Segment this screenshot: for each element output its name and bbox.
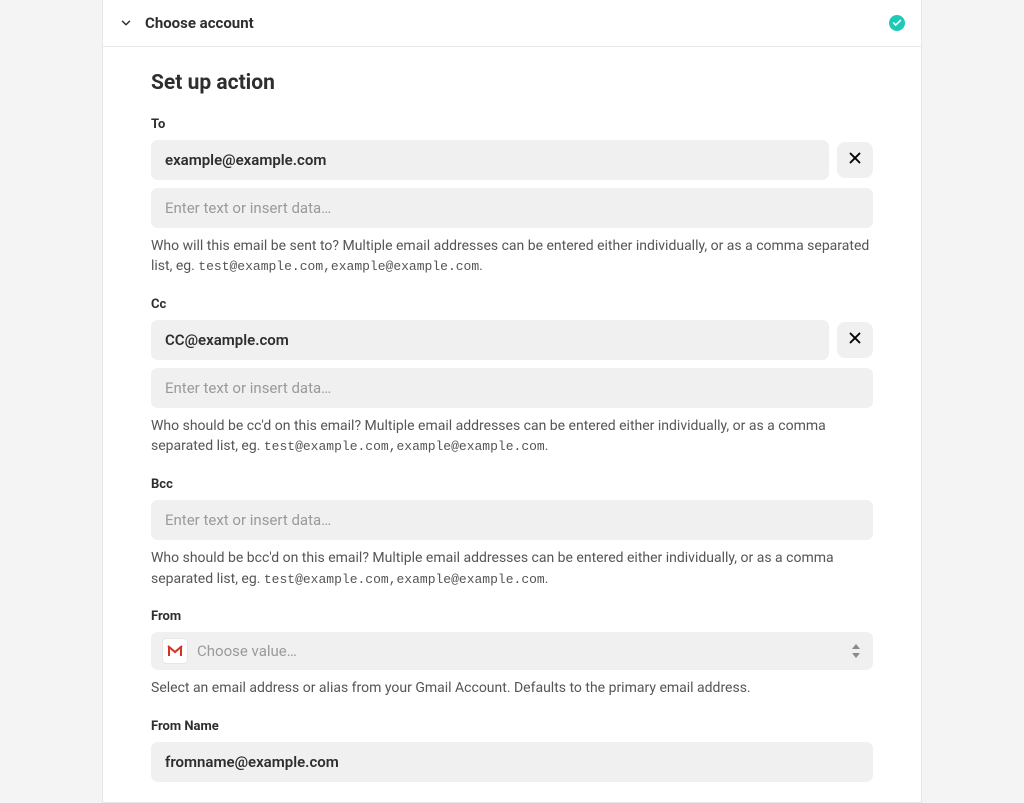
bcc-label: Bcc: [151, 477, 873, 492]
to-help-text: Who will this email be sent to? Multiple…: [151, 236, 873, 277]
check-badge-icon: [889, 15, 905, 31]
from-name-input[interactable]: [151, 742, 873, 782]
close-icon: [846, 329, 864, 351]
from-name-label: From Name: [151, 719, 873, 734]
to-chip-row: example@example.com: [151, 140, 873, 180]
cc-label: Cc: [151, 297, 873, 312]
content-area: Set up action To example@example.com Who…: [103, 47, 921, 782]
to-label: To: [151, 117, 873, 132]
header-title: Choose account: [145, 14, 889, 32]
close-icon: [846, 149, 864, 171]
from-select-placeholder: Choose value…: [197, 642, 841, 660]
to-remove-button[interactable]: [837, 142, 873, 178]
cc-help-text: Who should be cc'd on this email? Multip…: [151, 416, 873, 457]
from-field-group: From Choose value… Select an email addre…: [151, 609, 873, 698]
main-panel: Choose account Set up action To example@…: [102, 0, 922, 803]
to-field-group: To example@example.com Who will this ema…: [151, 117, 873, 277]
cc-field-group: Cc CC@example.com Who should be cc'd on …: [151, 297, 873, 457]
bcc-field-group: Bcc Who should be bcc'd on this email? M…: [151, 477, 873, 589]
chevron-down-icon: [115, 12, 137, 34]
cc-remove-button[interactable]: [837, 322, 873, 358]
cc-input[interactable]: [151, 368, 873, 408]
bcc-help-text: Who should be bcc'd on this email? Multi…: [151, 548, 873, 589]
bcc-input[interactable]: [151, 500, 873, 540]
choose-account-header[interactable]: Choose account: [103, 0, 921, 47]
to-input[interactable]: [151, 188, 873, 228]
sort-arrows-icon: [851, 644, 861, 658]
gmail-icon: [163, 639, 187, 663]
from-label: From: [151, 609, 873, 624]
to-chip[interactable]: example@example.com: [151, 140, 829, 180]
section-title: Set up action: [151, 71, 873, 95]
from-select[interactable]: Choose value…: [151, 632, 873, 670]
from-help-text: Select an email address or alias from yo…: [151, 678, 873, 698]
from-name-field-group: From Name: [151, 719, 873, 782]
cc-chip-row: CC@example.com: [151, 320, 873, 360]
cc-chip[interactable]: CC@example.com: [151, 320, 829, 360]
